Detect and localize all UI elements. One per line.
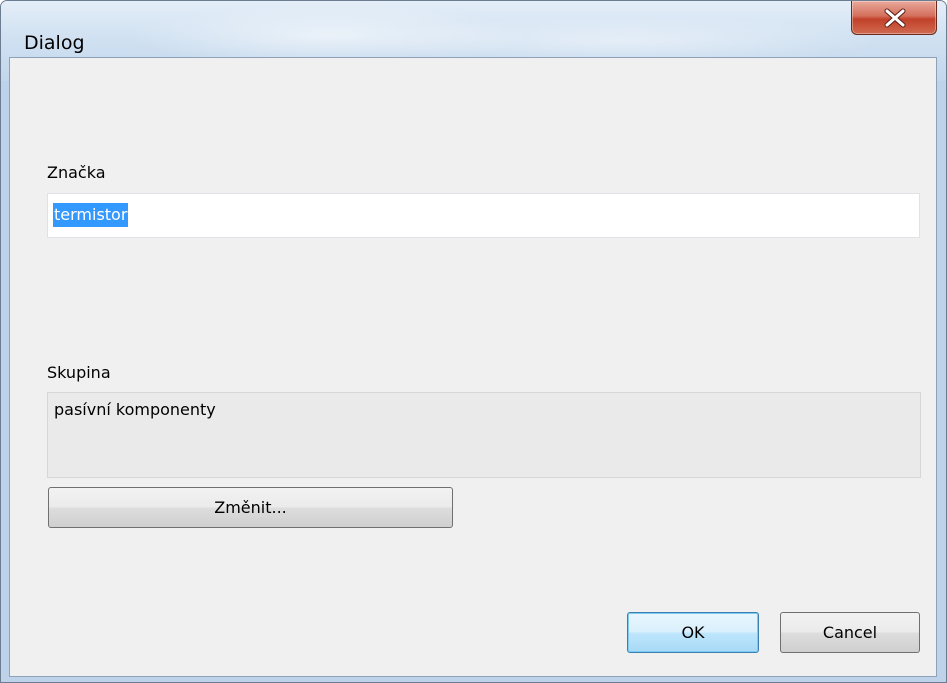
close-button[interactable]	[851, 1, 937, 35]
znacka-label: Značka	[47, 163, 106, 182]
close-icon	[884, 8, 906, 28]
skupina-label: Skupina	[47, 363, 111, 382]
change-button[interactable]: Změnit...	[48, 487, 453, 528]
znacka-input[interactable]: termistor	[47, 193, 920, 238]
ok-button[interactable]: OK	[627, 612, 759, 653]
znacka-input-value[interactable]: termistor	[53, 203, 129, 227]
skupina-field: pasívní komponenty	[47, 392, 921, 478]
dialog-window: Dialog Značka termistor Skupina pasívní …	[0, 0, 947, 683]
dialog-client-area: Značka termistor Skupina pasívní kompone…	[9, 57, 937, 677]
skupina-value: pasívní komponenty	[54, 400, 216, 419]
window-title: Dialog	[24, 32, 85, 54]
cancel-button[interactable]: Cancel	[780, 612, 920, 653]
